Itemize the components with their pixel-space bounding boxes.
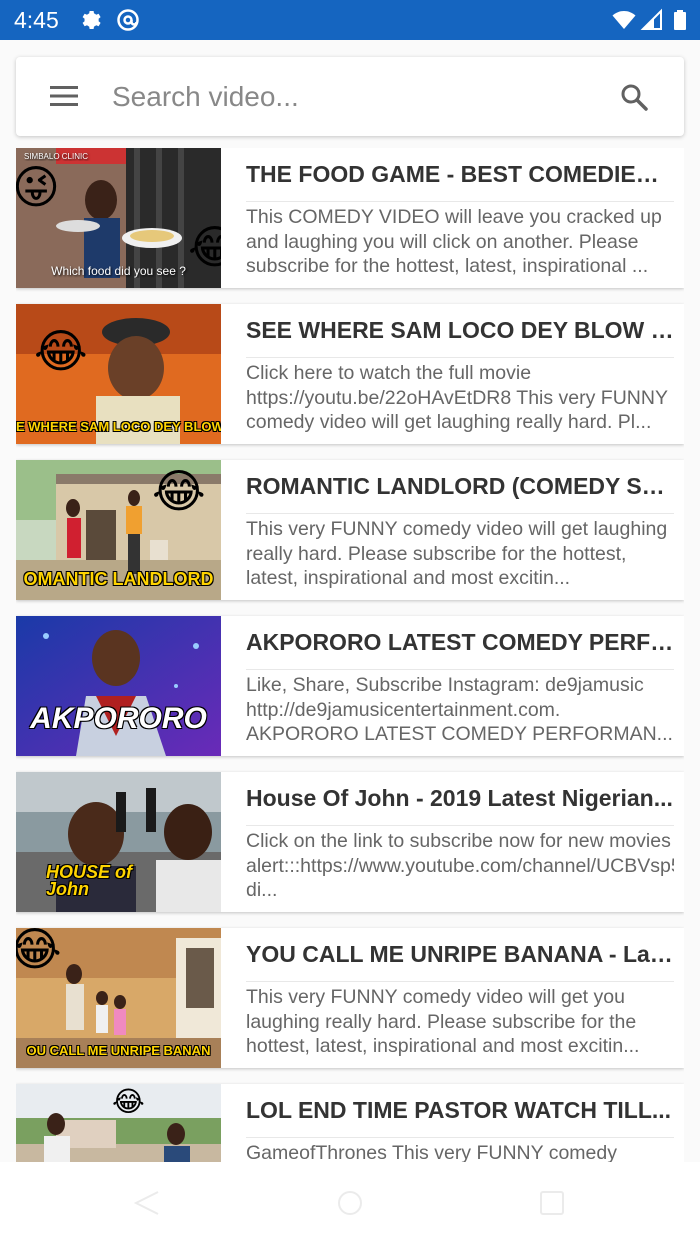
video-description: GameofThrones This very FUNNY comedy [246,1142,617,1162]
video-description: Click on the link to subscribe now for n… [246,830,674,901]
video-thumbnail[interactable]: 😂 OMANTIC LANDLORD [16,460,221,600]
at-sign-icon [117,9,139,31]
video-title[interactable]: YOU CALL ME UNRIPE BANANA - Lat... [246,941,674,968]
video-card[interactable]: 😂 OMANTIC LANDLORD ROMANTIC LANDLORD (CO… [16,460,684,600]
video-list: 😜 😂 SIMBALO CLINIC Which food did you se… [16,148,684,1162]
video-card[interactable]: HOUSE of John House Of John - 2019 Lates… [16,772,684,912]
status-time: 4:45 [14,7,59,33]
battery-icon [674,10,686,30]
divider [246,981,674,982]
magnifier-icon[interactable] [620,83,648,111]
thumbnail-caption: Which food did you see ? [51,264,186,278]
laughing-emoji-icon: 😂 [16,928,62,975]
video-card[interactable]: 😂 E WHERE SAM LOCO DEY BLOW GRAMM SEE WH… [16,304,684,444]
video-content: AKPORORO LATEST COMEDY PERFO... Like, Sh… [246,616,674,756]
video-card[interactable]: 😜 😂 SIMBALO CLINIC Which food did you se… [16,148,684,288]
tongue-emoji-icon: 😜 [16,161,60,213]
video-title[interactable]: THE FOOD GAME - BEST COMEDIES|... [246,161,674,188]
video-card[interactable]: AKPORORO AKPORORO LATEST COMEDY PERFO...… [16,616,684,756]
divider [246,357,674,358]
divider [246,669,674,670]
video-thumbnail[interactable]: HOUSE of John [16,772,221,912]
laughing-emoji-icon: 😂 [112,1086,145,1117]
video-description: This very FUNNY comedy video will get yo… [246,986,640,1057]
video-title[interactable]: LOL END TIME PASTOR WATCH TILL... [246,1097,674,1124]
status-bar: 4:45 [0,0,700,40]
video-description: Click here to watch the full movie https… [246,362,668,433]
video-thumbnail[interactable]: 😜 😂 SIMBALO CLINIC Which food did you se… [16,148,221,288]
thumbnail-caption: OU CALL ME UNRIPE BANAN [26,1043,211,1058]
video-title[interactable]: SEE WHERE SAM LOCO DEY BLOW G... [246,317,674,344]
video-content: LOL END TIME PASTOR WATCH TILL... Gameof… [246,1084,674,1162]
video-thumbnail[interactable]: 😂 OU CALL ME UNRIPE BANAN [16,928,221,1068]
video-title[interactable]: ROMANTIC LANDLORD (COMEDY SKI... [246,473,674,500]
video-content: ROMANTIC LANDLORD (COMEDY SKI... This ve… [246,460,674,600]
video-description: This COMEDY VIDEO will leave you cracked… [246,206,662,277]
divider [246,201,674,202]
video-title[interactable]: AKPORORO LATEST COMEDY PERFO... [246,629,674,656]
video-card[interactable]: 😂 OU CALL ME UNRIPE BANAN YOU CALL ME UN… [16,928,684,1068]
video-content: House Of John - 2019 Latest Nigerian... … [246,772,674,912]
video-description: Like, Share, Subscribe Instagram: de9jam… [246,674,673,745]
recents-icon[interactable] [537,1188,567,1218]
divider [246,513,674,514]
thumbnail-caption: AKPORORO [30,702,207,735]
video-content: SEE WHERE SAM LOCO DEY BLOW G... Click h… [246,304,674,444]
thumbnail-caption: E WHERE SAM LOCO DEY BLOW GRAMM [16,419,221,434]
navigation-bar [0,1162,700,1244]
cellular-signal-icon [640,8,662,30]
wifi-icon [612,11,636,29]
video-title[interactable]: House Of John - 2019 Latest Nigerian... [246,785,674,812]
video-thumbnail[interactable]: 😂 E WHERE SAM LOCO DEY BLOW GRAMM [16,304,221,444]
laughing-emoji-icon: 😂 [152,465,206,517]
video-content: THE FOOD GAME - BEST COMEDIES|... This C… [246,148,674,288]
video-thumbnail[interactable]: AKPORORO [16,616,221,756]
back-icon[interactable] [132,1188,162,1218]
video-card[interactable]: 😂 LOL END TIME PASTOR WATCH TILL... Game… [16,1084,684,1162]
divider [246,1137,674,1138]
hamburger-menu-icon[interactable] [50,85,78,107]
laughing-emoji-icon: 😂 [34,325,88,377]
thumbnail-caption: OMANTIC LANDLORD [23,569,214,589]
gear-icon [82,11,101,29]
thumbnail-sign: SIMBALO CLINIC [23,152,88,161]
thumbnail-caption: HOUSE of John [46,864,133,898]
video-description: This very FUNNY comedy video will get la… [246,518,668,589]
home-icon[interactable] [335,1188,365,1218]
video-thumbnail[interactable]: 😂 [16,1084,221,1162]
video-content: YOU CALL ME UNRIPE BANANA - Lat... This … [246,928,674,1068]
divider [246,825,674,826]
search-bar [16,57,684,136]
search-input[interactable] [112,75,592,119]
